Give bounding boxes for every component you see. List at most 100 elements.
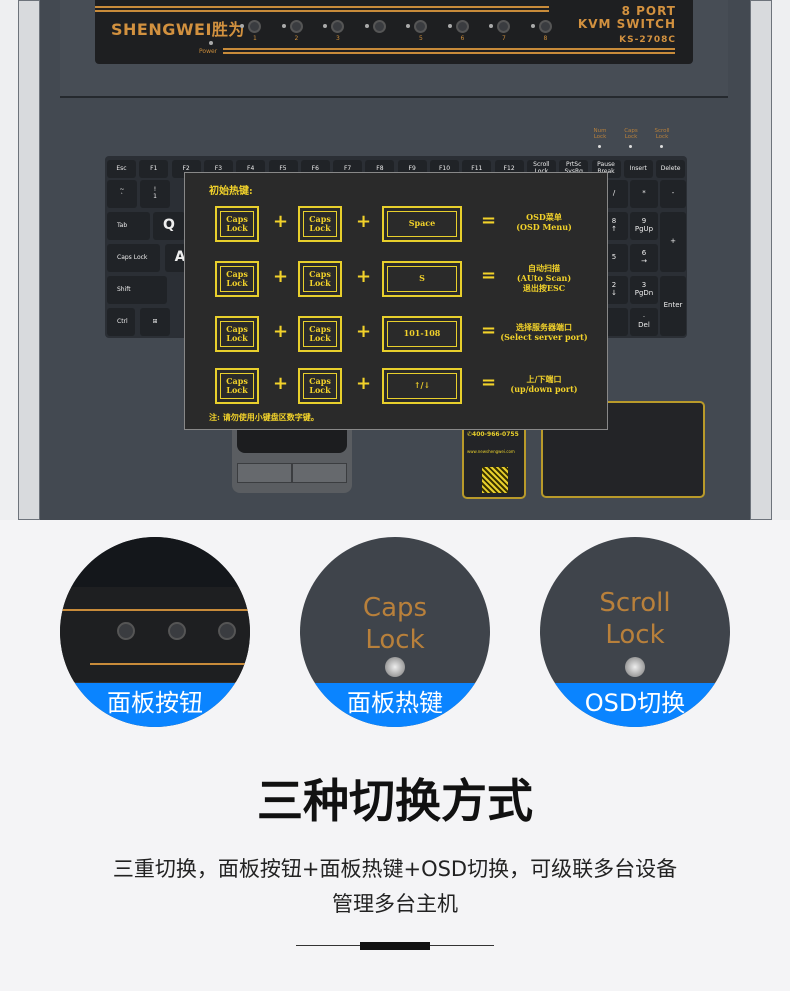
port-button-4[interactable] — [372, 20, 386, 33]
page-title: 三种切换方式 — [257, 774, 533, 828]
hotkey-result: 选择服务器端口 (Select server port) — [500, 322, 588, 342]
numpad-key[interactable]: · Del — [630, 308, 658, 336]
circle-panel-buttons: 面板按钮 — [60, 537, 250, 727]
model-line1: 8 PORT — [621, 4, 676, 18]
gold-line — [60, 609, 250, 611]
caps-lock-key: Caps Lock — [298, 261, 342, 297]
port-led — [240, 24, 244, 28]
port-button-3[interactable] — [331, 20, 344, 33]
port-button-5[interactable] — [414, 20, 427, 33]
numpad-key[interactable]: + — [660, 212, 686, 272]
port-led — [406, 24, 410, 28]
gold-line — [90, 663, 250, 665]
plus-sign: + — [273, 321, 289, 342]
brand-logo: SHENGWEI胜为 — [111, 20, 245, 39]
gold-line — [223, 48, 675, 50]
circle-label: 面板热键 — [300, 683, 490, 727]
port-led — [364, 24, 369, 28]
lock-led — [660, 145, 663, 148]
key-win[interactable]: ⊞ — [140, 308, 170, 336]
circle-label: OSD切换 — [540, 683, 730, 727]
osd-hotkey-overlay: 初始热键: Caps Lock + Caps Lock + Space = OSD菜单 (O… — [184, 172, 608, 430]
numpad-key[interactable]: - — [660, 180, 686, 208]
subtitle-line1: 三重切换，面板按钮+面板热键+OSD切换，可级联多台设备 — [112, 857, 678, 881]
key[interactable]: Esc — [107, 160, 136, 178]
gold-line — [95, 10, 549, 12]
gold-line — [223, 52, 675, 54]
lock-led — [598, 145, 601, 148]
plus-sign: + — [273, 266, 289, 287]
plus-sign: + — [356, 211, 372, 232]
right-rail — [750, 0, 772, 520]
key[interactable]: Insert — [623, 160, 653, 178]
key[interactable]: F1 — [139, 160, 169, 178]
osd-note: 注: 请勿使用小键盘区数字键。 — [209, 412, 319, 422]
numpad-key[interactable]: Enter — [660, 276, 686, 336]
port-number: 8 — [543, 35, 548, 42]
key-q[interactable]: Q — [153, 212, 185, 240]
lock-indicator-label: Num Lock — [593, 128, 607, 141]
circle-panel-hotkey: Caps Lock 面板热键 — [300, 537, 490, 727]
qr-code — [482, 467, 508, 493]
key-1[interactable]: ! 1 — [140, 180, 170, 208]
port-number: 2 — [294, 35, 299, 42]
hotkey-result: 自动扫描 (AUto Scan) 退出按ESC — [516, 263, 572, 293]
circle-osd: Scroll Lock OSD切换 — [540, 537, 730, 727]
left-rail — [18, 0, 40, 520]
port-number: 5 — [419, 35, 423, 42]
key-shift[interactable]: Shift — [107, 276, 167, 304]
website: www.newshengwei.com — [467, 449, 515, 454]
key-~[interactable]: ~ ` — [107, 180, 137, 208]
key-caps[interactable]: Caps Lock — [107, 244, 160, 272]
port-led — [281, 24, 286, 28]
caps-lock-key: Caps Lock — [298, 316, 342, 352]
caps-lock-key: Caps Lock — [215, 368, 259, 404]
numpad-key[interactable]: * — [630, 180, 658, 208]
caps-lock-key: Caps Lock — [298, 206, 342, 242]
circle-label: 面板按钮 — [60, 683, 250, 727]
plus-sign: + — [356, 321, 372, 342]
caps-lock-text: Caps Lock — [362, 593, 428, 655]
circle-bg — [60, 537, 250, 587]
port-number: 6 — [460, 35, 465, 42]
numpad-key[interactable]: 6 → — [630, 244, 658, 272]
key-tab[interactable]: Tab — [107, 212, 150, 240]
port-button — [168, 622, 186, 640]
port-button-1[interactable] — [248, 20, 261, 33]
right-click-button[interactable] — [292, 463, 347, 483]
plus-sign: + — [356, 373, 372, 394]
left-click-button[interactable] — [237, 463, 292, 483]
port-button-2[interactable] — [289, 20, 303, 33]
scroll-lock-text: Scroll Lock — [599, 588, 671, 650]
port-button-8[interactable] — [538, 20, 552, 33]
front-panel: SHENGWEI胜为 Power 1 2 3 5 6 7 8 8 PORT KVM SWIT… — [95, 0, 693, 64]
lock-indicator-label: Caps Lock — [624, 128, 638, 141]
numpad-key[interactable]: 3 PgDn — [630, 276, 658, 304]
hotkey-result: 上/下端口 (up/down port) — [510, 374, 578, 394]
port-button — [117, 622, 135, 640]
plus-sign: + — [273, 211, 289, 232]
subtitle-line2: 管理多台主机 — [332, 892, 458, 916]
phone: ✆400-966-0755 — [467, 431, 519, 438]
hotkey-key: Space — [382, 206, 462, 242]
model-number: KS-2708C — [619, 35, 676, 45]
port-button — [218, 622, 236, 640]
hotkey-key: 101-108 — [382, 316, 462, 352]
plus-sign: + — [356, 266, 372, 287]
port-led — [447, 24, 452, 28]
hotkey-result: OSD菜单 (OSD Menu) — [516, 212, 572, 232]
key-ctrl[interactable]: Ctrl — [107, 308, 135, 336]
port-number: 7 — [502, 35, 506, 42]
numpad-key[interactable]: 9 PgUp — [630, 212, 658, 240]
osd-heading: 初始热键: — [209, 186, 253, 197]
scroll-lock-led — [625, 657, 645, 677]
caps-lock-key: Caps Lock — [298, 368, 342, 404]
power-led — [209, 41, 213, 45]
port-button-7[interactable] — [497, 20, 510, 33]
lock-led — [629, 145, 632, 148]
port-button-6[interactable] — [455, 20, 469, 33]
plus-sign: + — [273, 373, 289, 394]
key[interactable]: Delete — [656, 160, 686, 178]
caps-lock-key: Caps Lock — [215, 316, 259, 352]
port-led — [489, 24, 493, 28]
